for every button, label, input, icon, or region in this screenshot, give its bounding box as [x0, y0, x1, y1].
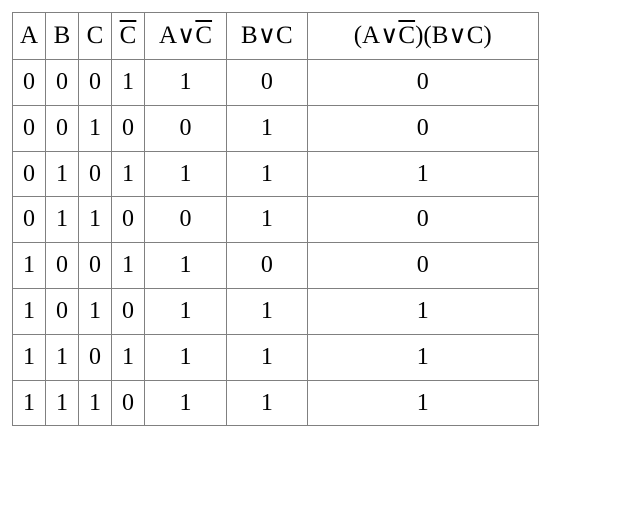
cell-A-or-not-C: 1 [145, 151, 227, 197]
cell-A-or-not-C: 1 [145, 60, 227, 106]
header-text: )(B∨C) [415, 22, 492, 49]
cell-B-or-C: 1 [227, 288, 308, 334]
cell-B: 1 [46, 151, 79, 197]
col-header-B-or-C: B∨C [227, 13, 308, 60]
cell-not-C: 0 [112, 288, 145, 334]
cell-A: 1 [13, 334, 46, 380]
cell-C: 0 [79, 151, 112, 197]
cell-final: 0 [307, 60, 538, 106]
cell-A: 0 [13, 151, 46, 197]
cell-A-or-not-C: 0 [145, 105, 227, 151]
cell-A-or-not-C: 0 [145, 197, 227, 243]
table-row: 0 1 1 0 0 1 0 [13, 197, 539, 243]
cell-B-or-C: 1 [227, 105, 308, 151]
overline-C: C [120, 22, 137, 49]
cell-A: 1 [13, 380, 46, 426]
cell-B: 1 [46, 380, 79, 426]
cell-C: 0 [79, 334, 112, 380]
cell-C: 0 [79, 243, 112, 289]
cell-not-C: 1 [112, 151, 145, 197]
cell-B-or-C: 1 [227, 151, 308, 197]
cell-C: 1 [79, 380, 112, 426]
cell-B: 0 [46, 105, 79, 151]
cell-not-C: 0 [112, 197, 145, 243]
cell-B: 1 [46, 334, 79, 380]
cell-A-or-not-C: 1 [145, 380, 227, 426]
col-header-A: A [13, 13, 46, 60]
table-row: 0 1 0 1 1 1 1 [13, 151, 539, 197]
header-text: A∨ [159, 22, 195, 49]
cell-A-or-not-C: 1 [145, 334, 227, 380]
cell-final: 1 [307, 288, 538, 334]
cell-B-or-C: 0 [227, 243, 308, 289]
cell-A: 1 [13, 243, 46, 289]
cell-not-C: 1 [112, 243, 145, 289]
cell-final: 0 [307, 243, 538, 289]
table-row: 1 0 0 1 1 0 0 [13, 243, 539, 289]
col-header-final: (A∨C)(B∨C) [307, 13, 538, 60]
cell-B: 0 [46, 60, 79, 106]
cell-B-or-C: 0 [227, 60, 308, 106]
cell-not-C: 1 [112, 334, 145, 380]
cell-not-C: 0 [112, 105, 145, 151]
table-row: 0 0 0 1 1 0 0 [13, 60, 539, 106]
cell-final: 1 [307, 380, 538, 426]
cell-not-C: 1 [112, 60, 145, 106]
cell-C: 0 [79, 60, 112, 106]
cell-B: 1 [46, 197, 79, 243]
cell-final: 0 [307, 197, 538, 243]
table-header-row: A B C C A∨C B∨C (A∨C)(B∨C) [13, 13, 539, 60]
cell-B: 0 [46, 243, 79, 289]
cell-B-or-C: 1 [227, 197, 308, 243]
table-row: 1 1 1 0 1 1 1 [13, 380, 539, 426]
cell-not-C: 0 [112, 380, 145, 426]
cell-final: 1 [307, 151, 538, 197]
cell-B: 0 [46, 288, 79, 334]
col-header-not-C: C [112, 13, 145, 60]
cell-A-or-not-C: 1 [145, 243, 227, 289]
overline-C: C [195, 22, 212, 49]
header-text: (A∨ [354, 22, 399, 49]
cell-A: 0 [13, 197, 46, 243]
table-row: 1 1 0 1 1 1 1 [13, 334, 539, 380]
cell-C: 1 [79, 288, 112, 334]
cell-B-or-C: 1 [227, 380, 308, 426]
cell-A: 1 [13, 288, 46, 334]
cell-B-or-C: 1 [227, 334, 308, 380]
cell-A: 0 [13, 105, 46, 151]
truth-table: A B C C A∨C B∨C (A∨C)(B∨C) 0 0 0 1 1 0 0… [12, 12, 539, 426]
col-header-C: C [79, 13, 112, 60]
col-header-A-or-not-C: A∨C [145, 13, 227, 60]
col-header-B: B [46, 13, 79, 60]
cell-C: 1 [79, 197, 112, 243]
overline-C: C [398, 22, 415, 49]
cell-A-or-not-C: 1 [145, 288, 227, 334]
cell-final: 0 [307, 105, 538, 151]
cell-A: 0 [13, 60, 46, 106]
table-row: 1 0 1 0 1 1 1 [13, 288, 539, 334]
cell-final: 1 [307, 334, 538, 380]
cell-C: 1 [79, 105, 112, 151]
table-row: 0 0 1 0 0 1 0 [13, 105, 539, 151]
